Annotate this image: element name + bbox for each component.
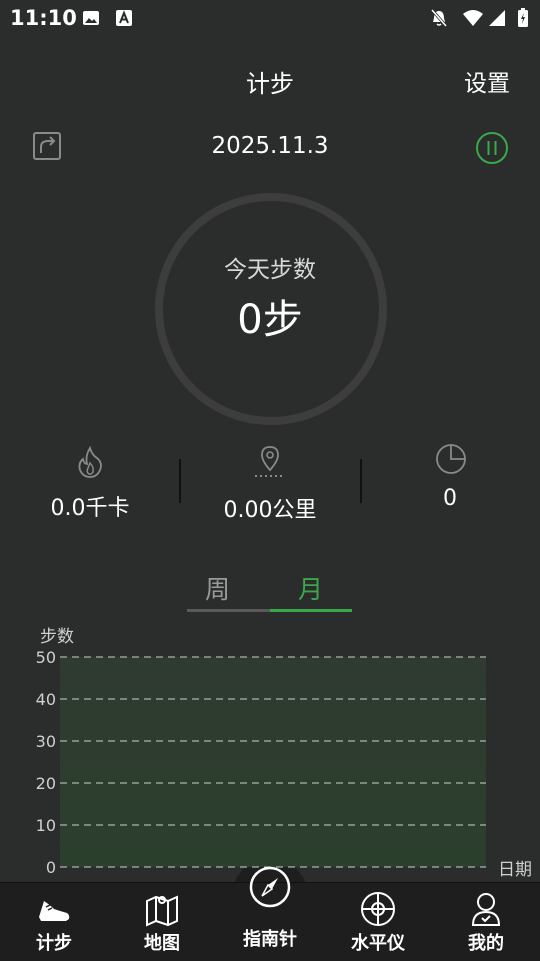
chart-y-tick-label: 0 bbox=[46, 858, 56, 877]
chart-x-axis-label: 日期 bbox=[498, 860, 532, 880]
nav-label-level: 水平仪 bbox=[351, 933, 405, 954]
status-time: 11:10 bbox=[10, 6, 77, 30]
bottom-nav: 计步 地图 指南针 水平仪 我的 bbox=[0, 866, 540, 961]
nav-item-map[interactable]: 地图 bbox=[117, 883, 207, 961]
page-title: 计步 bbox=[246, 70, 294, 98]
pie-clock-icon bbox=[436, 444, 466, 474]
notifications-off-icon bbox=[430, 9, 448, 27]
tab-active-indicator bbox=[270, 609, 352, 612]
nav-label-compass: 指南针 bbox=[243, 929, 297, 950]
shoe-icon bbox=[39, 901, 70, 921]
nav-label-profile: 我的 bbox=[468, 933, 504, 954]
steps-chart: 步数 日期 0 10 20 30 40 50 bbox=[36, 627, 532, 880]
status-bar: 11:10 bbox=[0, 0, 540, 36]
pause-icon[interactable] bbox=[475, 131, 509, 165]
chart-y-tick-label: 10 bbox=[36, 816, 56, 835]
settings-button[interactable]: 设置 bbox=[464, 64, 510, 98]
profile-icon bbox=[471, 893, 501, 926]
nav-item-compass[interactable]: 指南针 bbox=[225, 866, 315, 961]
duration-value: 0 bbox=[443, 486, 457, 511]
tab-week[interactable]: 周 bbox=[205, 570, 230, 606]
nav-item-profile[interactable]: 我的 bbox=[441, 883, 531, 961]
location-pin-icon bbox=[255, 446, 285, 477]
nav-label-map: 地图 bbox=[144, 933, 180, 954]
current-date: 2025.11.3 bbox=[211, 133, 329, 159]
chart-plot-area bbox=[60, 657, 486, 867]
chart-y-tick-label: 50 bbox=[36, 648, 56, 667]
level-target-icon bbox=[361, 892, 395, 926]
chart-y-axis-label: 步数 bbox=[40, 627, 74, 647]
chart-y-tick-label: 20 bbox=[36, 774, 56, 793]
today-steps-value: 0步 bbox=[237, 297, 303, 343]
cell-signal-icon bbox=[489, 10, 505, 26]
battery-charging-icon bbox=[518, 8, 528, 27]
image-notification-icon bbox=[83, 11, 99, 25]
app-notification-icon bbox=[116, 10, 132, 26]
chart-y-ticks: 0 10 20 30 40 50 bbox=[36, 648, 56, 877]
distance-value: 0.00公里 bbox=[223, 498, 317, 523]
chart-y-tick-label: 40 bbox=[36, 690, 56, 709]
map-icon bbox=[146, 895, 178, 927]
nav-item-level[interactable]: 水平仪 bbox=[333, 883, 423, 961]
flame-icon bbox=[78, 445, 102, 478]
chart-y-tick-label: 30 bbox=[36, 732, 56, 751]
nav-label-steps: 计步 bbox=[36, 933, 72, 954]
nav-item-steps[interactable]: 计步 bbox=[9, 883, 99, 961]
calories-value: 0.0千卡 bbox=[50, 496, 130, 521]
wifi-icon bbox=[463, 10, 483, 26]
tab-month[interactable]: 月 bbox=[298, 570, 323, 606]
compass-icon bbox=[249, 866, 291, 908]
today-steps-label: 今天步数 bbox=[224, 257, 316, 283]
